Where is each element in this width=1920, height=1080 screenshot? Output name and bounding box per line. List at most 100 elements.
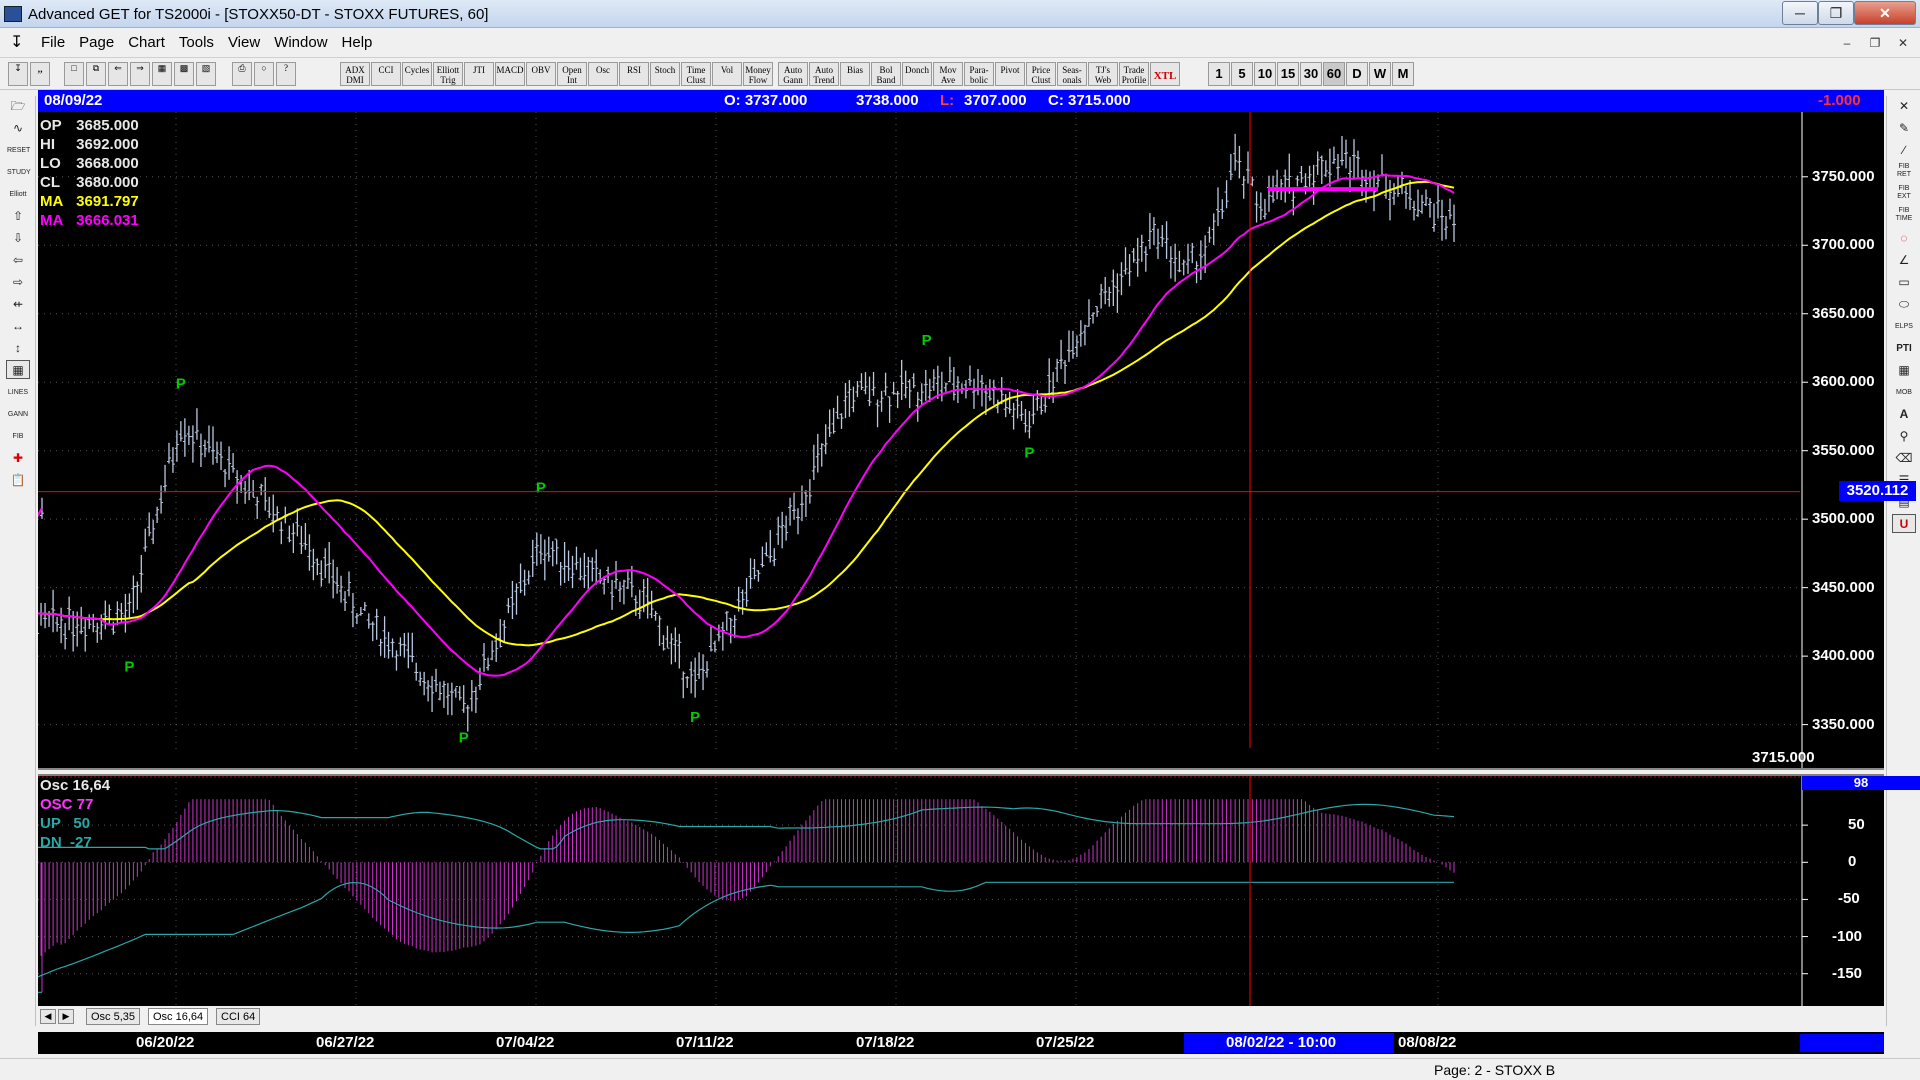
timeframe-button-w[interactable]: W xyxy=(1369,62,1391,86)
indicator-button-adx-dmi[interactable]: ADX DMI xyxy=(340,62,370,86)
menu-tools[interactable]: Tools xyxy=(172,34,221,51)
lines-tool-icon[interactable]: LINES xyxy=(6,382,30,401)
indicator-button-trade-profile[interactable]: Trade Profile xyxy=(1119,62,1149,86)
grid-icon[interactable]: ▩ xyxy=(174,62,194,86)
menu-chart[interactable]: Chart xyxy=(121,34,172,51)
timeframe-button-1[interactable]: 1 xyxy=(1208,62,1230,86)
indicator-button-vol[interactable]: Vol xyxy=(712,62,742,86)
oscillator-panel[interactable]: Osc 16,64 OSC 77 UP 50 DN -27 98 50 0 -50 -… xyxy=(38,774,1920,1006)
tab-osc-16-64[interactable]: Osc 16,64 xyxy=(148,1008,209,1025)
ellipse-icon[interactable]: ⬭ xyxy=(1892,294,1916,313)
indicator-button-seas-onals[interactable]: Seas- onals xyxy=(1057,62,1087,86)
tab-cci-64[interactable]: CCI 64 xyxy=(216,1008,261,1025)
maximize-button[interactable]: ❐ xyxy=(1818,1,1854,25)
arrow-down-icon[interactable]: ⇩ xyxy=(6,228,30,247)
cycle-icon[interactable]: ◌ xyxy=(1892,228,1916,247)
pencil-icon[interactable]: ✎ xyxy=(1892,118,1916,137)
back-icon[interactable]: ⇐ xyxy=(108,62,128,86)
indicator-button-money-flow[interactable]: Money Flow xyxy=(743,62,773,86)
indicator-button-macd[interactable]: MACD xyxy=(495,62,525,86)
indicator-button-rsi[interactable]: RSI xyxy=(619,62,649,86)
table-tool-icon[interactable]: ▦ xyxy=(6,360,30,379)
wave-tool-icon[interactable]: ∿ xyxy=(6,118,30,137)
tab-prev-icon[interactable]: ◀ xyxy=(40,1009,56,1024)
indicator-button-osc[interactable]: Osc xyxy=(588,62,618,86)
forward-icon[interactable]: ⇒ xyxy=(130,62,150,86)
indicator-button-donch[interactable]: Donch xyxy=(902,62,932,86)
arrow-left-icon[interactable]: ⇦ xyxy=(6,250,30,269)
cursor-icon[interactable]: ↧ xyxy=(8,62,28,86)
timeframe-button-5[interactable]: 5 xyxy=(1231,62,1253,86)
indicator-button-pivot[interactable]: Pivot xyxy=(995,62,1025,86)
timeframe-button-d[interactable]: D xyxy=(1346,62,1368,86)
timeframe-button-m[interactable]: M xyxy=(1392,62,1414,86)
menu-file[interactable]: File xyxy=(34,34,72,51)
timeframe-button-30[interactable]: 30 xyxy=(1300,62,1322,86)
timeframe-button-60[interactable]: 60 xyxy=(1323,62,1345,86)
reset-tool-icon[interactable]: RESET xyxy=(6,140,30,159)
indicator-button-bol-band[interactable]: Bol Band xyxy=(871,62,901,86)
channel-icon[interactable]: ▭ xyxy=(1892,272,1916,291)
elliott-tool-icon[interactable]: Elliott xyxy=(6,184,30,203)
help-icon[interactable]: ? xyxy=(276,62,296,86)
indicator-button-open-int[interactable]: Open Int xyxy=(557,62,587,86)
indicator-button-elliott-trig[interactable]: Elliott Trig xyxy=(433,62,463,86)
arrow-up-icon[interactable]: ⇧ xyxy=(6,206,30,225)
copy-icon[interactable]: ⧉ xyxy=(86,62,106,86)
timeframe-button-15[interactable]: 15 xyxy=(1277,62,1299,86)
menu-help[interactable]: Help xyxy=(335,34,380,51)
expand-icon[interactable]: ↕ xyxy=(6,338,30,357)
print-icon[interactable]: ⎙ xyxy=(232,62,252,86)
tab-next-icon[interactable]: ▶ xyxy=(58,1009,74,1024)
minimize-button[interactable]: ─ xyxy=(1782,1,1818,25)
indicator-button-jti[interactable]: JTI xyxy=(464,62,494,86)
menu-window[interactable]: Window xyxy=(267,34,334,51)
fib-tool-icon[interactable]: FIB xyxy=(6,426,30,445)
tile-icon[interactable]: ▧ xyxy=(196,62,216,86)
pti-icon[interactable]: PTI xyxy=(1892,338,1916,357)
indicator-button-price-clust[interactable]: Price Clust xyxy=(1026,62,1056,86)
indicator-button-obv[interactable]: OBV xyxy=(526,62,556,86)
eraser-icon[interactable]: ⌫ xyxy=(1892,448,1916,467)
indicator-button-cycles[interactable]: Cycles xyxy=(402,62,432,86)
menu-page[interactable]: Page xyxy=(72,34,121,51)
indicator-button-time-clust[interactable]: Time Clust xyxy=(681,62,711,86)
price-chart[interactable]: PPPPPPPPP OP 3685.000 HI 3692.000 LO 366… xyxy=(38,112,1916,770)
document-icon[interactable]: ↧ xyxy=(10,34,26,52)
indicator-button-auto-gann[interactable]: Auto Gann xyxy=(778,62,808,86)
timeframe-button-10[interactable]: 10 xyxy=(1254,62,1276,86)
indicator-button-bias[interactable]: Bias xyxy=(840,62,870,86)
mob-icon[interactable]: MOB xyxy=(1892,382,1916,401)
open-folder-icon[interactable]: 🗁 xyxy=(6,96,30,115)
close-button[interactable]: ✕ xyxy=(1854,1,1916,25)
fan-icon[interactable]: ∠ xyxy=(1892,250,1916,269)
gann-tool-icon[interactable]: GANN xyxy=(6,404,30,423)
cross-tool-icon[interactable]: ✕ xyxy=(1892,96,1916,115)
study-tool-icon[interactable]: STUDY xyxy=(6,162,31,181)
bars-tool-icon[interactable]: ⇷ xyxy=(6,294,30,313)
quote-icon[interactable]: ” xyxy=(30,62,50,86)
crosshair-tool-icon[interactable]: ✚ xyxy=(6,448,30,467)
fib-ext-icon[interactable]: FIB EXT xyxy=(1892,184,1916,203)
clipboard-icon[interactable]: 📋 xyxy=(6,470,30,489)
menu-view[interactable]: View xyxy=(221,34,267,51)
indicator-button-auto-trend[interactable]: Auto Trend xyxy=(809,62,839,86)
indicator-button-xtl[interactable]: XTL xyxy=(1150,62,1180,86)
fib-ret-icon[interactable]: FIB RET xyxy=(1892,162,1916,181)
indicator-button-tj-s-web[interactable]: TJ's Web xyxy=(1088,62,1118,86)
indicator-button-cci[interactable]: CCI xyxy=(371,62,401,86)
mdi-close-button[interactable]: ✕ xyxy=(1892,33,1914,53)
layout-icon[interactable]: ▦ xyxy=(152,62,172,86)
indicator-button-mov-ave[interactable]: Mov Ave xyxy=(933,62,963,86)
undo-icon[interactable]: U xyxy=(1892,514,1916,533)
arrow-right-icon[interactable]: ⇨ xyxy=(6,272,30,291)
compress-icon[interactable]: ↔ xyxy=(6,316,30,335)
light-icon[interactable]: ○ xyxy=(254,62,274,86)
tab-osc-5-35[interactable]: Osc 5,35 xyxy=(86,1008,141,1025)
fib-time-icon[interactable]: FIB TIME xyxy=(1892,206,1916,225)
zoom-icon[interactable]: ⚲ xyxy=(1892,426,1916,445)
mdi-restore-button[interactable]: ❐ xyxy=(1864,33,1886,53)
indicator-button-stoch[interactable]: Stoch xyxy=(650,62,680,86)
text-tool-icon[interactable]: A xyxy=(1892,404,1916,423)
elps-icon[interactable]: ELPS xyxy=(1892,316,1916,335)
